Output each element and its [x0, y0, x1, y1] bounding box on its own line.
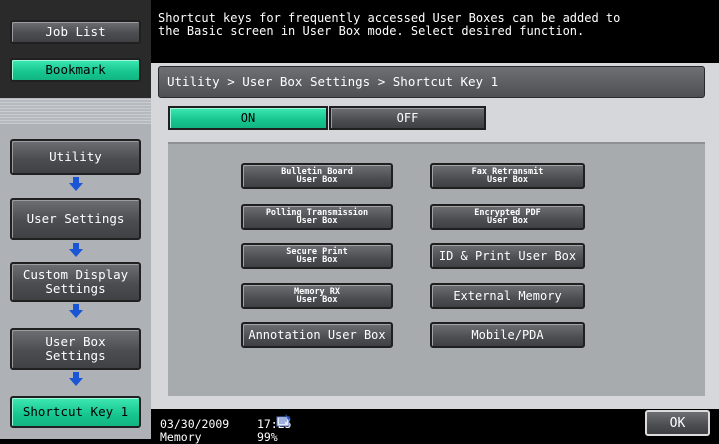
- memory-status: Memory 99%: [160, 431, 278, 443]
- external-memory-button[interactable]: External Memory: [430, 283, 585, 309]
- toggle-on-button[interactable]: ON: [168, 106, 328, 130]
- memory-label: Memory: [160, 430, 202, 444]
- nav-user-settings[interactable]: User Settings: [10, 198, 141, 240]
- nav-custom-display-settings[interactable]: Custom Display Settings: [10, 262, 141, 302]
- fax-status-icon: [276, 413, 292, 427]
- fax-retransmit-user-box-button[interactable]: Fax Retransmit User Box: [430, 163, 585, 189]
- nav-shortcut-key-1[interactable]: Shortcut Key 1: [10, 396, 141, 428]
- toggle-off-button[interactable]: OFF: [329, 106, 486, 130]
- breadcrumb: Utility > User Box Settings > Shortcut K…: [158, 66, 705, 98]
- nav-utility[interactable]: Utility: [10, 139, 141, 175]
- mobile-pda-button[interactable]: Mobile/PDA: [430, 322, 585, 348]
- polling-transmission-user-box-button[interactable]: Polling Transmission User Box: [241, 204, 393, 230]
- id-print-user-box-button[interactable]: ID & Print User Box: [430, 243, 585, 269]
- nav-user-box-settings[interactable]: User Box Settings: [10, 328, 141, 370]
- date-text: 03/30/2009: [160, 417, 230, 431]
- memory-value: 99%: [256, 430, 278, 444]
- instruction-message: Shortcut keys for frequently accessed Us…: [158, 11, 621, 38]
- down-arrow-icon: [69, 304, 83, 318]
- bookmark-button[interactable]: Bookmark: [10, 58, 141, 82]
- annotation-user-box-button[interactable]: Annotation User Box: [241, 322, 393, 348]
- bulletin-board-user-box-button[interactable]: Bulletin Board User Box: [241, 163, 393, 189]
- left-rail-top: [0, 0, 151, 98]
- job-list-button[interactable]: Job List: [10, 20, 141, 44]
- encrypted-pdf-user-box-button[interactable]: Encrypted PDF User Box: [430, 204, 585, 230]
- ok-button[interactable]: OK: [645, 410, 710, 436]
- memory-rx-user-box-button[interactable]: Memory RX User Box: [241, 283, 393, 309]
- date-time: 03/30/2009 17:25: [160, 418, 292, 430]
- down-arrow-icon: [69, 177, 83, 191]
- down-arrow-icon: [69, 243, 83, 257]
- rail-divider: [0, 98, 151, 124]
- secure-print-user-box-button[interactable]: Secure Print User Box: [241, 243, 393, 269]
- down-arrow-icon: [69, 372, 83, 386]
